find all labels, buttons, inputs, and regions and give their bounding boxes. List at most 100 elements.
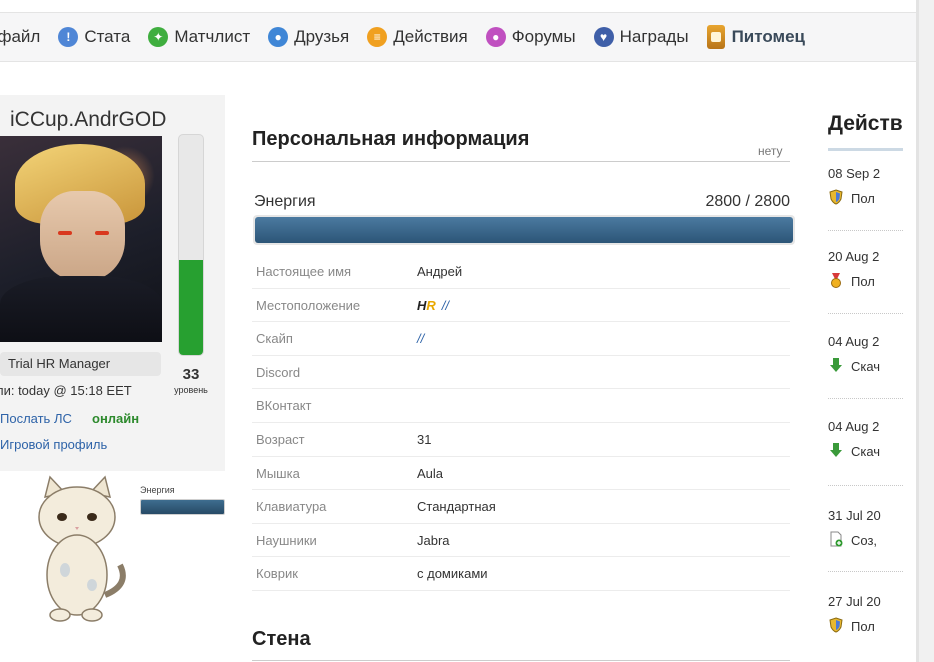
activity-item[interactable]: 04 Aug 2 Скач	[828, 334, 903, 376]
activity-separator	[828, 398, 903, 399]
download-icon	[828, 442, 851, 461]
activity-separator	[828, 571, 903, 572]
energy-bar	[253, 215, 795, 245]
pet-icon	[706, 25, 725, 49]
info-value: Jabra	[417, 532, 450, 548]
activity-item[interactable]: 31 Jul 20 Соз,	[828, 508, 903, 550]
tab-matchlist[interactable]: ✦ Матчлист	[148, 27, 250, 47]
activity-text: Скач	[828, 357, 903, 376]
tab-pet[interactable]: Питомец	[706, 25, 805, 49]
info-key: Клавиатура	[256, 499, 327, 515]
download-icon	[828, 357, 851, 376]
info-key: Мышка	[256, 465, 300, 481]
info-value: Aula	[417, 465, 444, 481]
activity-label: Скач	[851, 444, 881, 459]
last-seen: ли: today @ 15:18 EET	[0, 383, 132, 398]
info-key: Коврик	[256, 566, 298, 582]
wall-divider	[252, 660, 790, 661]
info-value: H R //	[417, 298, 449, 313]
tab-profile[interactable]: офайл	[0, 27, 40, 47]
info-value: Стандартная	[417, 499, 496, 515]
hr-logo-r: R	[426, 297, 436, 313]
rank-badge: Trial HR Manager	[0, 352, 161, 376]
tab-friends[interactable]: ● Друзья	[268, 27, 349, 47]
activity-date: 04 Aug 2	[828, 419, 880, 434]
personal-info-title: Персональная информация	[252, 128, 530, 150]
activity-label: Пол	[851, 274, 875, 289]
medal-icon	[828, 272, 851, 291]
send-pm-link[interactable]: Послать ЛС	[0, 411, 72, 426]
activity-date: 08 Sep 2	[828, 166, 881, 181]
activity-label: Пол	[851, 619, 875, 634]
info-row: Коврик с домиками	[252, 557, 790, 591]
energy-value: 2800 / 2800	[705, 193, 790, 210]
activity-separator	[828, 485, 903, 486]
level-number: 33	[182, 366, 200, 383]
activity-separator	[828, 313, 903, 314]
new-file-icon	[828, 531, 851, 550]
location-link[interactable]: //	[442, 298, 449, 313]
info-key: Возраст	[256, 432, 305, 447]
info-key: ВКонтакт	[256, 398, 312, 414]
section-divider	[252, 161, 790, 162]
activity-date: 20 Aug 2	[828, 249, 880, 264]
info-key: Скайп	[256, 331, 293, 347]
level-progress-bar	[178, 134, 204, 356]
info-value[interactable]: //	[417, 331, 424, 346]
info-row: Скайп //	[252, 322, 790, 356]
activity-date: 27 Jul 20	[828, 594, 881, 609]
activity-item[interactable]: 04 Aug 2 Скач	[828, 419, 903, 461]
info-row: Возраст 31	[252, 423, 790, 457]
activity-text: Пол	[828, 272, 903, 291]
stats-icon: !	[58, 27, 79, 47]
username: iCCup.AndrGOD	[10, 108, 167, 131]
activity-item[interactable]: 20 Aug 2 Пол	[828, 249, 903, 291]
activity-date: 31 Jul 20	[828, 508, 881, 523]
info-row: Клавиатура Стандартная	[252, 490, 790, 524]
info-value: Андрей	[417, 264, 463, 279]
actions-icon: ≡	[367, 27, 388, 47]
info-key: Наушники	[256, 532, 317, 548]
activity-text: Соз,	[828, 531, 903, 550]
info-value: с домиками	[417, 566, 488, 582]
info-row: Discord	[252, 356, 790, 390]
tab-actions[interactable]: ≡ Действия	[367, 27, 468, 47]
awards-icon: ♥	[593, 27, 614, 47]
hr-logo-h: H	[417, 297, 427, 313]
info-row: ВКонтакт	[252, 389, 790, 423]
activity-title: Действия	[828, 112, 903, 135]
activity-label: Пол	[851, 191, 875, 206]
level-caption: уровень	[174, 385, 208, 395]
activity-label: Скач	[851, 359, 881, 374]
activity-item[interactable]: 27 Jul 20 Пол	[828, 594, 903, 636]
energy-label: Энергия	[254, 193, 316, 210]
pet-energy-label: Энергия	[140, 485, 175, 495]
activity-text: Пол	[828, 617, 903, 636]
activity-item[interactable]: 08 Sep 2 Пол	[828, 166, 903, 208]
pet-cat-image[interactable]	[20, 475, 135, 625]
none-text: нету	[758, 144, 783, 158]
activity-text: Пол	[828, 189, 903, 208]
activity-text: Скач	[828, 442, 903, 461]
wall-title: Стена	[252, 628, 311, 650]
hr-logo-icon: HR	[417, 298, 436, 313]
info-key: Discord	[256, 364, 301, 380]
activity-separator	[828, 230, 903, 231]
shield-icon	[828, 617, 851, 636]
scrollbar-track[interactable]	[919, 0, 934, 662]
shield-icon	[828, 189, 851, 208]
tab-awards[interactable]: ♥ Награды	[593, 27, 689, 47]
pet-energy-bar	[140, 499, 225, 515]
info-row: Мышка Aula	[252, 457, 790, 491]
tab-stats[interactable]: ! Стата	[58, 27, 130, 47]
game-profile-link[interactable]: Игровой профиль	[0, 437, 107, 452]
friends-icon: ●	[268, 27, 289, 47]
activity-underline	[828, 148, 903, 151]
info-key: Местоположение	[256, 297, 361, 313]
profile-nav: офайл !Стата ✦Матчлист ●Друзья ≡Действия…	[0, 12, 916, 62]
activity-date: 04 Aug 2	[828, 334, 880, 349]
info-row: Настоящее имя Андрей	[252, 255, 790, 289]
info-key: Настоящее имя	[256, 264, 352, 279]
tab-forums[interactable]: ● Форумы	[485, 27, 576, 47]
activity-label: Соз,	[851, 533, 878, 548]
